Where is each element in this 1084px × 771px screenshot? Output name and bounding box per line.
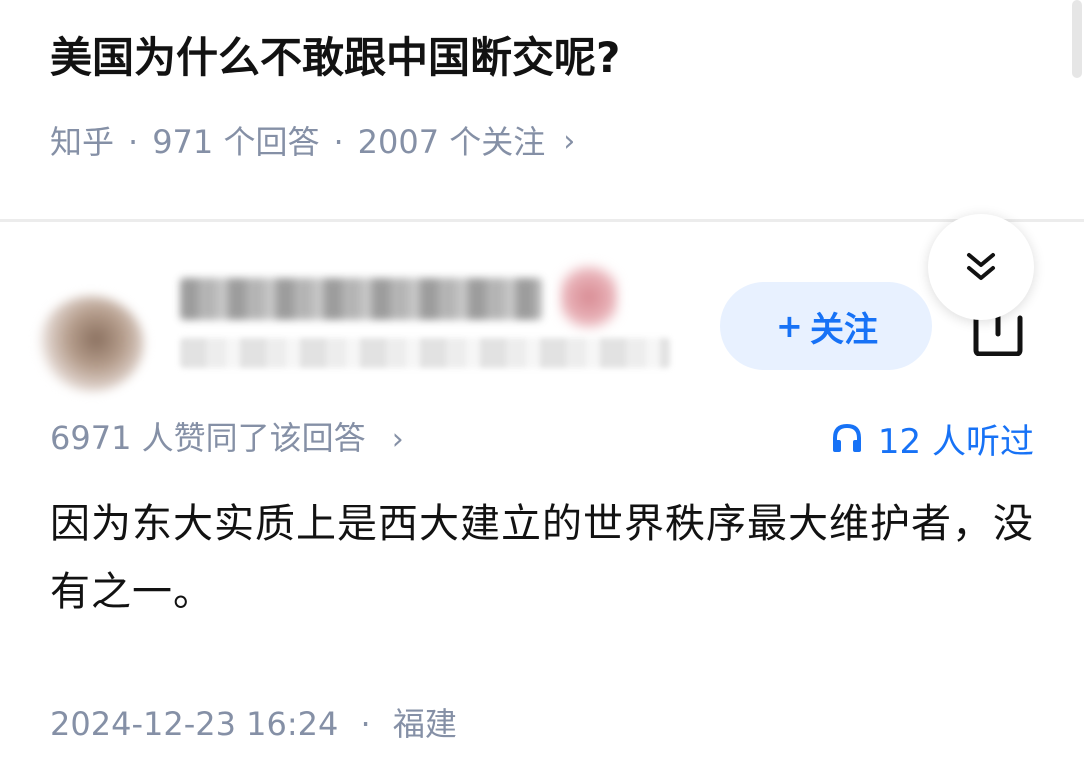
scrollbar[interactable] bbox=[1072, 0, 1082, 78]
meta-separator: · bbox=[360, 705, 371, 743]
double-chevron-down-icon bbox=[967, 253, 995, 280]
follow-label: 关注 bbox=[810, 309, 878, 350]
author-bio-blurred bbox=[180, 338, 670, 368]
answer-footer-meta: 2024-12-23 16:24 · 福建 bbox=[50, 700, 457, 748]
answers-count: 971 个回答 bbox=[152, 123, 320, 161]
question-title[interactable]: 美国为什么不敢跟中国断交呢? bbox=[50, 26, 620, 90]
headphones-icon bbox=[832, 423, 861, 452]
plus-icon: + bbox=[776, 307, 803, 345]
divider bbox=[0, 219, 1084, 222]
vote-count-text: 6971 人赞同了该回答 bbox=[50, 419, 366, 457]
avatar[interactable] bbox=[38, 296, 144, 392]
listen-count-text: 12 人听过 bbox=[877, 421, 1034, 462]
author-badge-blurred bbox=[560, 264, 618, 330]
collapse-button[interactable] bbox=[928, 214, 1034, 320]
meta-separator: · bbox=[128, 123, 139, 161]
source-label: 知乎 bbox=[50, 123, 115, 161]
answer-location: 福建 bbox=[392, 705, 457, 743]
answer-content[interactable]: 因为东大实质上是西大建立的世界秩序最大维护者，没有之一。 bbox=[50, 490, 1040, 626]
chevron-right-icon: › bbox=[391, 422, 404, 457]
question-meta[interactable]: 知乎 · 971 个回答 · 2007 个关注 › bbox=[50, 120, 575, 164]
author-name-blurred[interactable] bbox=[180, 278, 542, 320]
followers-count: 2007 个关注 bbox=[357, 123, 546, 161]
chevron-right-icon: › bbox=[563, 124, 576, 159]
answer-time: 2024-12-23 16:24 bbox=[50, 705, 339, 743]
meta-separator: · bbox=[333, 123, 344, 161]
vote-summary[interactable]: 6971 人赞同了该回答 › bbox=[50, 414, 404, 464]
listen-count[interactable]: 12 人听过 bbox=[830, 414, 1034, 462]
follow-button[interactable]: + 关注 bbox=[720, 282, 932, 370]
